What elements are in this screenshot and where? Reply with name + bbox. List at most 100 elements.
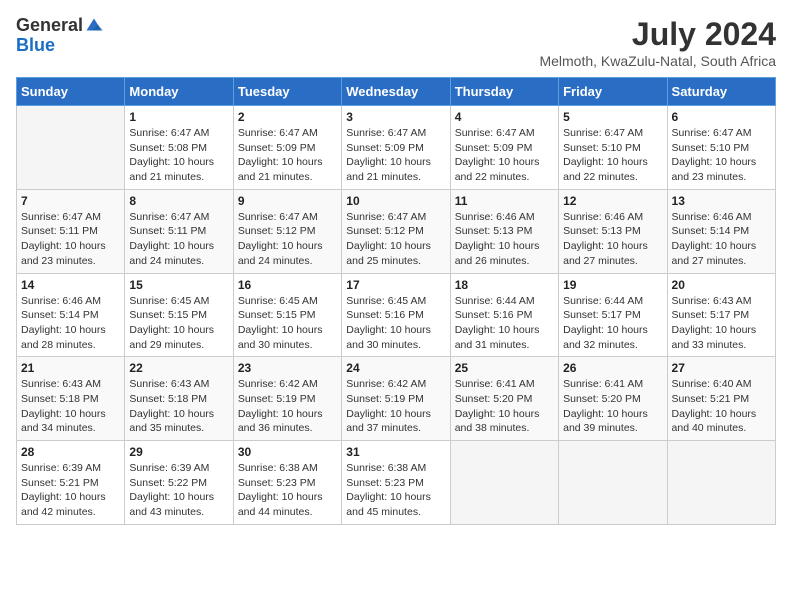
logo-blue: Blue <box>16 36 103 56</box>
weekday-header: Monday <box>125 78 233 106</box>
day-info: Sunrise: 6:40 AM Sunset: 5:21 PM Dayligh… <box>672 377 771 436</box>
day-number: 11 <box>455 194 554 208</box>
calendar-cell: 27 Sunrise: 6:40 AM Sunset: 5:21 PM Dayli… <box>667 357 775 441</box>
day-number: 4 <box>455 110 554 124</box>
calendar-cell: 12Sunrise: 6:46 AM Sunset: 5:13 PM Dayli… <box>559 189 667 273</box>
day-info: Sunrise: 6:47 AM Sunset: 5:11 PM Dayligh… <box>129 210 228 269</box>
main-title: July 2024 <box>539 16 776 53</box>
day-number: 31 <box>346 445 445 459</box>
day-info: Sunrise: 6:41 AM Sunset: 5:20 PM Dayligh… <box>563 377 662 436</box>
day-info: Sunrise: 6:43 AM Sunset: 5:18 PM Dayligh… <box>21 377 120 436</box>
calendar-cell <box>667 441 775 525</box>
day-number: 21 <box>21 361 120 375</box>
day-info: Sunrise: 6:39 AM Sunset: 5:21 PM Dayligh… <box>21 461 120 520</box>
day-number: 9 <box>238 194 337 208</box>
day-number: 25 <box>455 361 554 375</box>
logo-text: General Blue <box>16 16 103 56</box>
weekday-header: Tuesday <box>233 78 341 106</box>
calendar-cell: 6Sunrise: 6:47 AM Sunset: 5:10 PM Daylig… <box>667 106 775 190</box>
title-block: July 2024 Melmoth, KwaZulu-Natal, South … <box>539 16 776 69</box>
page-header: General Blue July 2024 Melmoth, KwaZulu-… <box>16 16 776 69</box>
day-number: 14 <box>21 278 120 292</box>
day-info: Sunrise: 6:47 AM Sunset: 5:09 PM Dayligh… <box>455 126 554 185</box>
day-number: 30 <box>238 445 337 459</box>
day-info: Sunrise: 6:42 AM Sunset: 5:19 PM Dayligh… <box>238 377 337 436</box>
weekday-header: Thursday <box>450 78 558 106</box>
day-info: Sunrise: 6:44 AM Sunset: 5:17 PM Dayligh… <box>563 294 662 353</box>
day-number: 1 <box>129 110 228 124</box>
calendar-cell: 24Sunrise: 6:42 AM Sunset: 5:19 PM Dayli… <box>342 357 450 441</box>
weekday-header: Sunday <box>17 78 125 106</box>
calendar-cell: 17 Sunrise: 6:45 AM Sunset: 5:16 PM Dayli… <box>342 273 450 357</box>
calendar-cell: 22 Sunrise: 6:43 AM Sunset: 5:18 PM Dayli… <box>125 357 233 441</box>
day-info: Sunrise: 6:38 AM Sunset: 5:23 PM Dayligh… <box>238 461 337 520</box>
weekday-header: Saturday <box>667 78 775 106</box>
calendar-week-row: 1 Sunrise: 6:47 AM Sunset: 5:08 PM Daylig… <box>17 106 776 190</box>
day-number: 2 <box>238 110 337 124</box>
calendar-cell: 29 Sunrise: 6:39 AM Sunset: 5:22 PM Dayli… <box>125 441 233 525</box>
day-info: Sunrise: 6:41 AM Sunset: 5:20 PM Dayligh… <box>455 377 554 436</box>
day-info: Sunrise: 6:47 AM Sunset: 5:12 PM Dayligh… <box>238 210 337 269</box>
day-info: Sunrise: 6:47 AM Sunset: 5:10 PM Dayligh… <box>563 126 662 185</box>
calendar-cell: 1 Sunrise: 6:47 AM Sunset: 5:08 PM Daylig… <box>125 106 233 190</box>
day-number: 28 <box>21 445 120 459</box>
logo: General Blue <box>16 16 103 56</box>
calendar-week-row: 7 Sunrise: 6:47 AM Sunset: 5:11 PM Daylig… <box>17 189 776 273</box>
day-info: Sunrise: 6:38 AM Sunset: 5:23 PM Dayligh… <box>346 461 445 520</box>
day-number: 22 <box>129 361 228 375</box>
calendar-cell: 25 Sunrise: 6:41 AM Sunset: 5:20 PM Dayli… <box>450 357 558 441</box>
day-info: Sunrise: 6:45 AM Sunset: 5:15 PM Dayligh… <box>238 294 337 353</box>
day-number: 12 <box>563 194 662 208</box>
weekday-header-row: SundayMondayTuesdayWednesdayThursdayFrid… <box>17 78 776 106</box>
day-number: 5 <box>563 110 662 124</box>
calendar-cell: 7 Sunrise: 6:47 AM Sunset: 5:11 PM Daylig… <box>17 189 125 273</box>
day-number: 7 <box>21 194 120 208</box>
day-number: 24 <box>346 361 445 375</box>
calendar-cell: 11Sunrise: 6:46 AM Sunset: 5:13 PM Dayli… <box>450 189 558 273</box>
day-info: Sunrise: 6:47 AM Sunset: 5:11 PM Dayligh… <box>21 210 120 269</box>
calendar-cell: 18 Sunrise: 6:44 AM Sunset: 5:16 PM Dayli… <box>450 273 558 357</box>
calendar-week-row: 28 Sunrise: 6:39 AM Sunset: 5:21 PM Dayli… <box>17 441 776 525</box>
day-number: 23 <box>238 361 337 375</box>
day-info: Sunrise: 6:44 AM Sunset: 5:16 PM Dayligh… <box>455 294 554 353</box>
calendar-cell: 26Sunrise: 6:41 AM Sunset: 5:20 PM Dayli… <box>559 357 667 441</box>
day-number: 16 <box>238 278 337 292</box>
day-number: 17 <box>346 278 445 292</box>
day-info: Sunrise: 6:47 AM Sunset: 5:12 PM Dayligh… <box>346 210 445 269</box>
calendar-cell <box>17 106 125 190</box>
calendar-cell <box>559 441 667 525</box>
calendar-cell: 23 Sunrise: 6:42 AM Sunset: 5:19 PM Dayli… <box>233 357 341 441</box>
logo-icon <box>85 17 103 35</box>
logo-general: General <box>16 16 83 36</box>
day-info: Sunrise: 6:43 AM Sunset: 5:17 PM Dayligh… <box>672 294 771 353</box>
calendar-cell: 14 Sunrise: 6:46 AM Sunset: 5:14 PM Dayli… <box>17 273 125 357</box>
calendar-cell <box>450 441 558 525</box>
day-info: Sunrise: 6:47 AM Sunset: 5:09 PM Dayligh… <box>346 126 445 185</box>
weekday-header: Friday <box>559 78 667 106</box>
calendar-cell: 9 Sunrise: 6:47 AM Sunset: 5:12 PM Daylig… <box>233 189 341 273</box>
calendar-cell: 8 Sunrise: 6:47 AM Sunset: 5:11 PM Daylig… <box>125 189 233 273</box>
day-number: 8 <box>129 194 228 208</box>
day-info: Sunrise: 6:39 AM Sunset: 5:22 PM Dayligh… <box>129 461 228 520</box>
day-number: 3 <box>346 110 445 124</box>
day-number: 27 <box>672 361 771 375</box>
calendar-cell: 20 Sunrise: 6:43 AM Sunset: 5:17 PM Dayli… <box>667 273 775 357</box>
day-info: Sunrise: 6:43 AM Sunset: 5:18 PM Dayligh… <box>129 377 228 436</box>
day-number: 20 <box>672 278 771 292</box>
calendar-table: SundayMondayTuesdayWednesdayThursdayFrid… <box>16 77 776 525</box>
calendar-cell: 31 Sunrise: 6:38 AM Sunset: 5:23 PM Dayli… <box>342 441 450 525</box>
day-info: Sunrise: 6:47 AM Sunset: 5:09 PM Dayligh… <box>238 126 337 185</box>
day-info: Sunrise: 6:45 AM Sunset: 5:16 PM Dayligh… <box>346 294 445 353</box>
day-number: 18 <box>455 278 554 292</box>
calendar-cell: 2 Sunrise: 6:47 AM Sunset: 5:09 PM Daylig… <box>233 106 341 190</box>
day-number: 10 <box>346 194 445 208</box>
day-info: Sunrise: 6:46 AM Sunset: 5:14 PM Dayligh… <box>21 294 120 353</box>
calendar-cell: 30 Sunrise: 6:38 AM Sunset: 5:23 PM Dayli… <box>233 441 341 525</box>
day-number: 29 <box>129 445 228 459</box>
calendar-cell: 15Sunrise: 6:45 AM Sunset: 5:15 PM Dayli… <box>125 273 233 357</box>
day-info: Sunrise: 6:47 AM Sunset: 5:08 PM Dayligh… <box>129 126 228 185</box>
subtitle: Melmoth, KwaZulu-Natal, South Africa <box>539 53 776 69</box>
calendar-cell: 28 Sunrise: 6:39 AM Sunset: 5:21 PM Dayli… <box>17 441 125 525</box>
calendar-cell: 3 Sunrise: 6:47 AM Sunset: 5:09 PM Daylig… <box>342 106 450 190</box>
day-number: 6 <box>672 110 771 124</box>
